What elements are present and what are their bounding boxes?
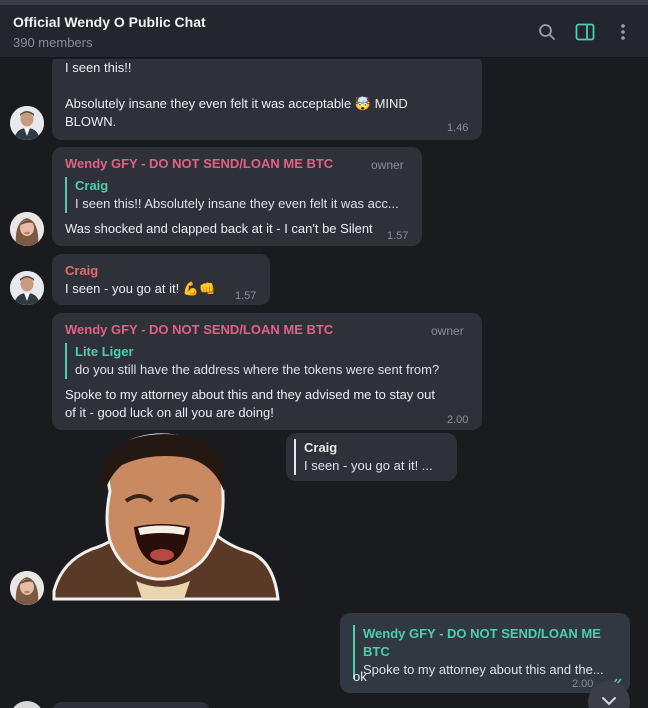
laughing-sticker[interactable] [52, 431, 280, 603]
reply-author: Craig [75, 178, 109, 193]
chevron-down-icon [601, 693, 617, 708]
owner-badge: owner [371, 158, 404, 172]
reply-text: do you still have the address where the … [75, 362, 440, 377]
message-time: 1.57 [235, 290, 257, 302]
more-icon[interactable] [612, 21, 634, 43]
outgoing-message-bubble[interactable]: Wendy GFY - DO NOT SEND/LOAN ME BTC Spok… [340, 613, 630, 693]
reply-author: Lite Liger [75, 344, 134, 359]
message-bubble[interactable]: Wendy GFY - DO NOT SEND/LOAN ME BTC owne… [52, 313, 482, 430]
member-count: 390 members [13, 35, 93, 50]
message-bubble-partial[interactable] [52, 702, 210, 708]
avatar-wendy[interactable] [10, 571, 44, 605]
reply-text: I seen - you go at it! ... [304, 458, 433, 473]
sticker-reply-card[interactable]: Craig I seen - you go at it! ... [286, 433, 457, 481]
reply-author: Craig [304, 440, 338, 455]
message-time: 1.46 [447, 122, 469, 134]
message-text: I seen - you go at it! 💪👊 [65, 281, 216, 296]
message-time: 2.00 [447, 414, 469, 426]
message-bubble[interactable]: I seen this!! Absolutely insane they eve… [52, 59, 482, 140]
reply-quote[interactable]: Craig I seen - you go at it! ... [294, 439, 449, 475]
message-bubble[interactable]: Craig I seen - you go at it! 💪👊 1.57 [52, 254, 270, 305]
message-list[interactable]: I seen this!! Absolutely insane they eve… [0, 59, 648, 708]
reply-author: Wendy GFY - DO NOT SEND/LOAN ME BTC [363, 626, 601, 659]
message-text: of it - good luck on all you are doing! [65, 405, 274, 420]
sender-name[interactable]: Wendy GFY - DO NOT SEND/LOAN ME BTC [65, 321, 333, 339]
message-bubble[interactable]: Wendy GFY - DO NOT SEND/LOAN ME BTC owne… [52, 147, 422, 246]
reply-quote[interactable]: Wendy GFY - DO NOT SEND/LOAN ME BTC Spok… [353, 625, 621, 679]
avatar-craig[interactable] [10, 106, 44, 140]
search-icon[interactable] [536, 21, 558, 43]
reply-quote[interactable]: Craig I seen this!! Absolutely insane th… [65, 177, 410, 213]
reply-text: I seen this!! Absolutely insane they eve… [75, 196, 399, 211]
sender-name[interactable]: Wendy GFY - DO NOT SEND/LOAN ME BTC [65, 155, 333, 173]
avatar-partial[interactable] [10, 701, 44, 708]
message-text: I seen this!! [65, 60, 132, 75]
message-text: ok [353, 669, 367, 684]
message-text: Spoke to my attorney about this and they… [65, 387, 435, 402]
sender-name[interactable]: Craig [65, 262, 98, 280]
avatar-craig[interactable] [10, 271, 44, 305]
message-time: 1.57 [387, 230, 409, 242]
chat-header: Official Wendy O Public Chat 390 members [0, 5, 648, 58]
message-text: Was shocked and clapped back at it - I c… [65, 221, 373, 236]
message-text: Absolutely insane they even felt it was … [65, 96, 408, 111]
chat-title[interactable]: Official Wendy O Public Chat [13, 14, 206, 30]
avatar-wendy[interactable] [10, 212, 44, 246]
reply-quote[interactable]: Lite Liger do you still have the address… [65, 343, 470, 379]
message-text: BLOWN. [65, 114, 117, 129]
owner-badge: owner [431, 324, 464, 338]
sidebar-toggle-icon[interactable] [574, 21, 596, 43]
